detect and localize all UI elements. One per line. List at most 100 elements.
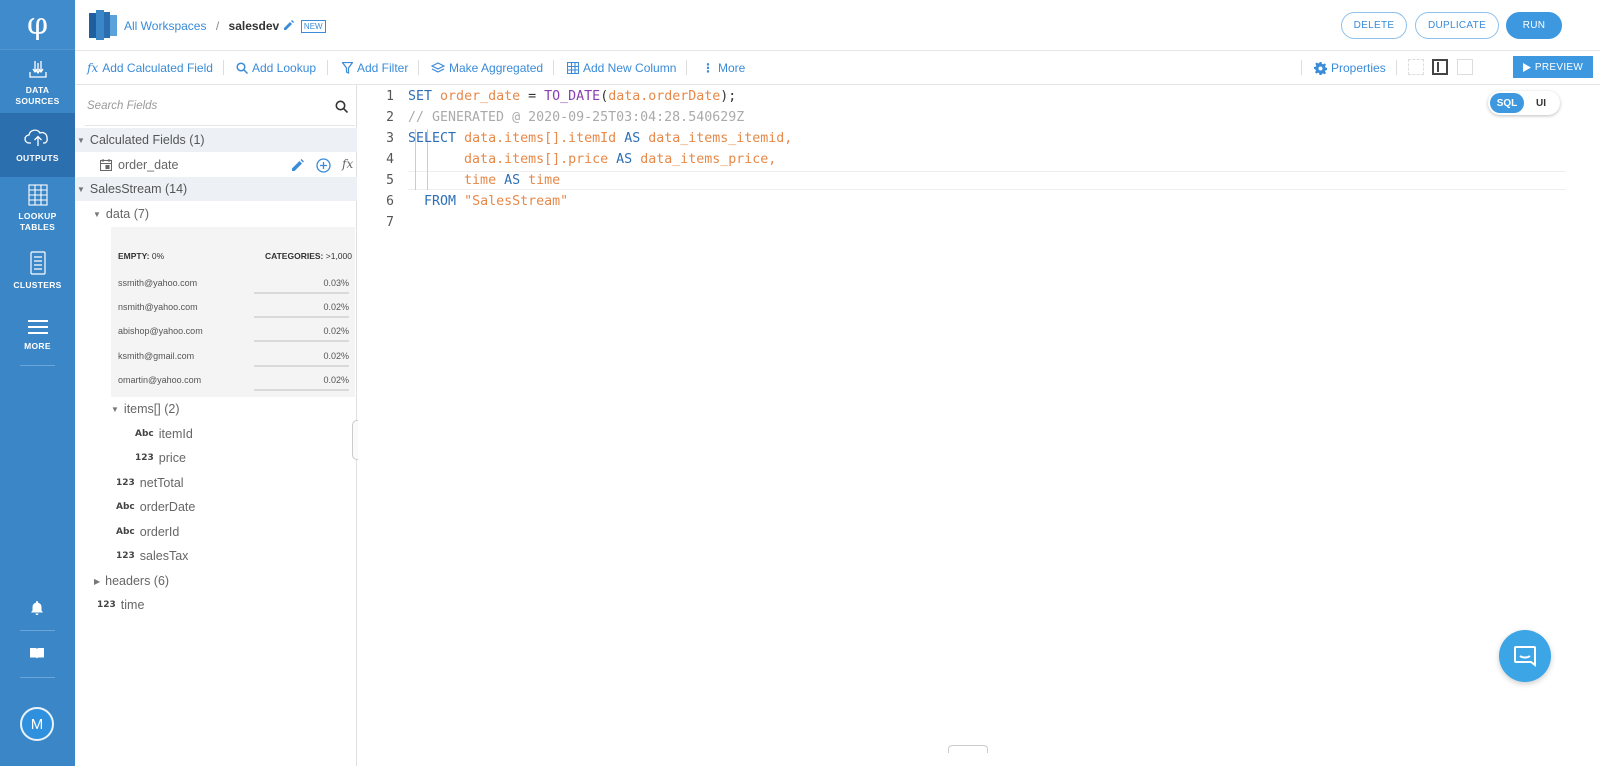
pencil-icon[interactable]: [291, 159, 304, 172]
type-badge: Abc: [116, 527, 135, 537]
fx-icon[interactable]: fx: [342, 157, 353, 171]
toolbar-divider: [327, 60, 328, 75]
code-line-6: FROM "SalesStream": [424, 194, 569, 209]
add-calculated-field-button[interactable]: fx Add Calculated Field: [87, 61, 213, 75]
sales-stream-group[interactable]: ▼ SalesStream (14): [75, 177, 357, 201]
bottom-resize-handle[interactable]: [948, 745, 988, 753]
magnifier-icon: [236, 62, 248, 74]
calculated-field-row[interactable]: order_date fx: [75, 153, 357, 177]
field-row-time[interactable]: 123 time: [75, 593, 357, 617]
run-button[interactable]: RUN: [1506, 12, 1562, 39]
nav-divider: [20, 677, 55, 678]
nav-item-clusters[interactable]: CLUSTERS: [0, 247, 75, 297]
make-aggregated-button[interactable]: Make Aggregated: [431, 61, 543, 75]
code-line-1: SET order_date = TO_DATE(data.orderDate)…: [408, 89, 737, 104]
group-label: SalesStream (14): [89, 182, 188, 196]
current-line-highlight: [408, 171, 1566, 190]
sql-editor[interactable]: 1 2 3 4 5 6 7 SET order_date = TO_DATE(d…: [358, 85, 1600, 766]
code-line-5: time AS time: [464, 173, 561, 188]
field-name: orderDate: [139, 500, 196, 514]
more-button[interactable]: ⋮ More: [702, 61, 745, 75]
line-number: 1: [386, 89, 394, 104]
categories-stat: CATEGORIES: >1,000: [264, 251, 352, 261]
toolbar-divider: [553, 60, 554, 75]
sql-ui-toggle[interactable]: SQL UI: [1488, 91, 1560, 115]
caret-down-icon: ▼: [77, 184, 85, 194]
caret-down-icon: ▼: [77, 135, 85, 145]
field-name: itemId: [158, 427, 193, 441]
chat-support-button[interactable]: [1499, 630, 1551, 682]
toolbar-divider: [1396, 60, 1397, 75]
top-bar: All Workspaces / salesdev NEW DELETE DUP…: [75, 0, 1600, 51]
items-group[interactable]: ▼ items[] (2): [75, 397, 357, 421]
field-row-salestax[interactable]: 123 salesTax: [75, 544, 357, 568]
new-badge: NEW: [300, 20, 326, 33]
app-logo[interactable]: φ: [0, 0, 75, 50]
field-name: price: [158, 451, 186, 465]
add-new-column-button[interactable]: Add New Column: [567, 61, 676, 75]
group-label: headers (6): [105, 574, 170, 588]
breadcrumb-all-workspaces[interactable]: All Workspaces: [124, 19, 206, 33]
field-name: order_date: [118, 158, 179, 172]
cloud-upload-icon: [0, 126, 75, 148]
code-line-3: SELECT data.items[].itemId AS data_items…: [408, 131, 793, 146]
duplicate-button[interactable]: DUPLICATE: [1415, 12, 1499, 39]
funnel-icon: [342, 62, 353, 74]
line-number: 7: [386, 215, 394, 230]
stat-row: ksmith@gmail.com 0.02%: [111, 343, 355, 367]
ui-mode-button[interactable]: UI: [1524, 93, 1558, 113]
fields-panel: Search Fields ▼ Calculated Fields (1) or…: [75, 85, 357, 766]
field-row-price[interactable]: 123 price: [75, 446, 357, 470]
type-badge: 123: [116, 551, 135, 561]
layout-split-icon[interactable]: [1432, 59, 1448, 75]
field-row-orderdate[interactable]: Abc orderDate: [75, 495, 357, 519]
bell-icon[interactable]: [29, 600, 45, 616]
hamburger-icon: [0, 318, 75, 336]
delete-button[interactable]: DELETE: [1341, 12, 1407, 39]
search-fields-input[interactable]: Search Fields: [87, 100, 157, 112]
field-name: salesTax: [139, 549, 189, 563]
add-circle-icon[interactable]: [316, 158, 331, 173]
sql-mode-button[interactable]: SQL: [1490, 93, 1524, 113]
empty-stat: EMPTY: 0%: [118, 251, 165, 261]
field-stats-box: EMPTY: 0% CATEGORIES: >1,000 ssmith@yaho…: [111, 227, 355, 397]
group-label: Calculated Fields (1): [89, 133, 205, 147]
layout-bottom-icon[interactable]: [1457, 59, 1473, 75]
field-row-itemid[interactable]: Abc itemId: [75, 422, 357, 446]
properties-label: Properties: [1331, 61, 1386, 75]
nav-item-outputs[interactable]: OUTPUTS: [0, 113, 75, 177]
preview-button[interactable]: PREVIEW: [1513, 56, 1593, 78]
nav-item-data-sources[interactable]: DATA SOURCES: [0, 55, 75, 113]
add-filter-button[interactable]: Add Filter: [342, 61, 408, 75]
vertical-dots-icon: ⋮: [702, 61, 714, 75]
code-line-2: // GENERATED @ 2020-09-25T03:04:28.54062…: [408, 110, 745, 125]
stat-row: ssmith@yahoo.com 0.03%: [111, 270, 355, 294]
nav-divider: [20, 365, 55, 366]
data-sources-icon: [0, 58, 75, 80]
calculated-fields-group[interactable]: ▼ Calculated Fields (1): [75, 128, 357, 152]
add-lookup-button[interactable]: Add Lookup: [236, 61, 316, 75]
user-avatar[interactable]: M: [20, 707, 54, 741]
book-icon[interactable]: [29, 646, 45, 660]
nav-item-lookup-tables[interactable]: LOOKUP TABLES: [0, 180, 75, 240]
nav-item-more[interactable]: MORE: [0, 314, 75, 364]
nav-divider: [20, 630, 55, 631]
grid-icon: [567, 62, 579, 74]
field-name: time: [120, 598, 145, 612]
make-aggregated-label: Make Aggregated: [449, 61, 544, 75]
edit-name-icon[interactable]: [283, 20, 294, 31]
nav-label: LOOKUP: [18, 211, 57, 221]
line-number: 5: [386, 173, 394, 188]
field-row-orderid[interactable]: Abc orderId: [75, 520, 357, 544]
gear-icon: [1314, 61, 1327, 75]
line-number: 6: [386, 194, 394, 209]
search-icon[interactable]: [335, 100, 348, 113]
breadcrumb: All Workspaces / salesdev NEW: [124, 19, 326, 33]
properties-button[interactable]: Properties: [1314, 61, 1386, 75]
data-group[interactable]: ▼ data (7): [75, 202, 357, 226]
field-row-nettotal[interactable]: 123 netTotal: [75, 471, 357, 495]
group-label: data (7): [105, 207, 150, 221]
layout-full-icon[interactable]: [1408, 59, 1424, 75]
headers-group[interactable]: ▶ headers (6): [75, 569, 357, 593]
group-label: items[] (2): [123, 402, 180, 416]
